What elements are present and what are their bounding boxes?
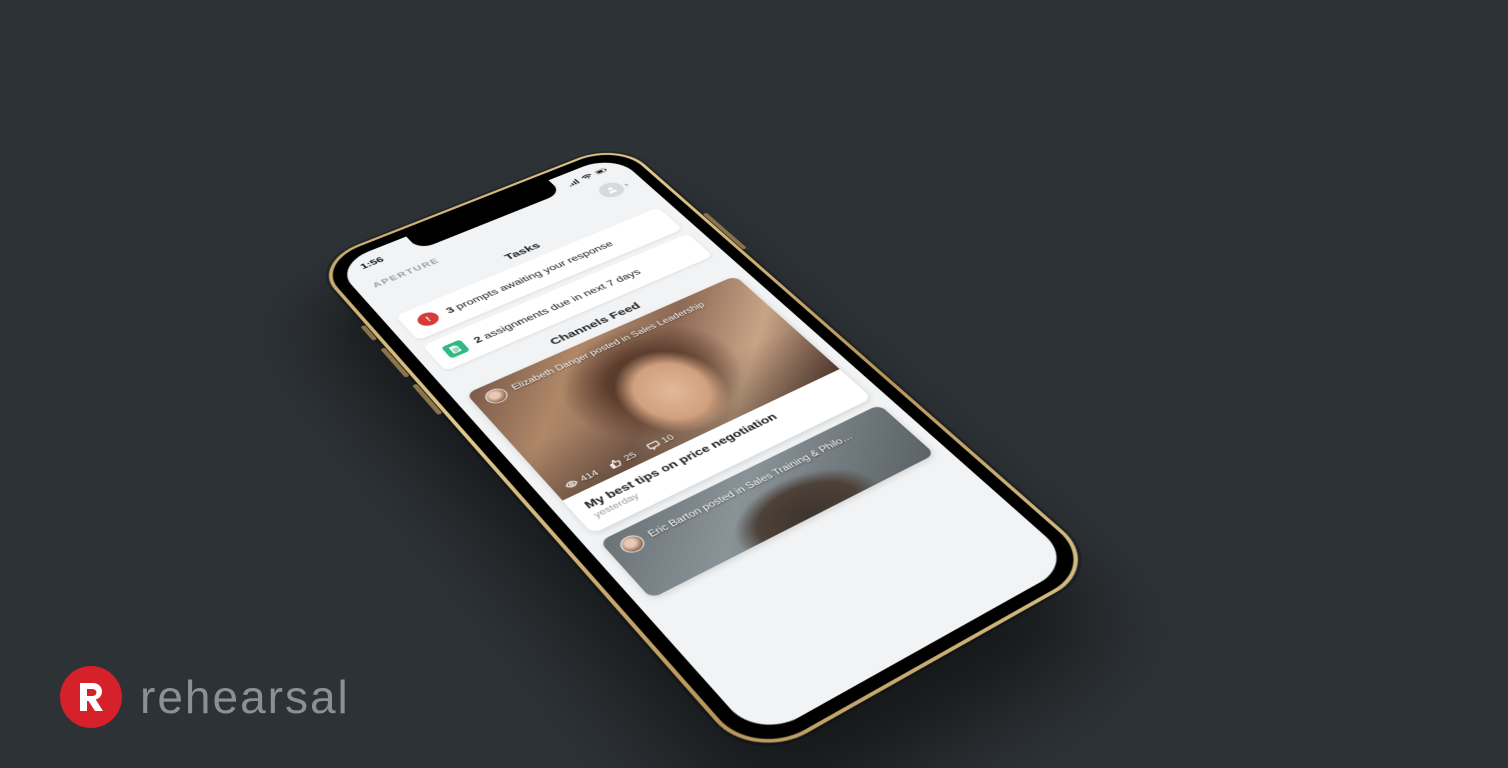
author-avatar: [481, 386, 511, 406]
alert-icon: !: [414, 310, 443, 329]
signal-icon: [565, 178, 581, 187]
phone-mockup: 1:56 APERTURE: [311, 142, 1103, 764]
battery-icon: [593, 167, 609, 176]
status-time: 1:56: [358, 255, 386, 271]
thumbs-up-icon: [606, 457, 625, 470]
wifi-icon: [579, 172, 595, 181]
eye-icon: [562, 478, 581, 491]
brand-mark-icon: [60, 666, 122, 728]
brand-wordmark: rehearsal: [140, 670, 350, 724]
document-icon: [441, 339, 470, 358]
comment-icon: [644, 439, 662, 452]
author-avatar: [616, 532, 649, 556]
brand-logo: rehearsal: [60, 666, 350, 728]
